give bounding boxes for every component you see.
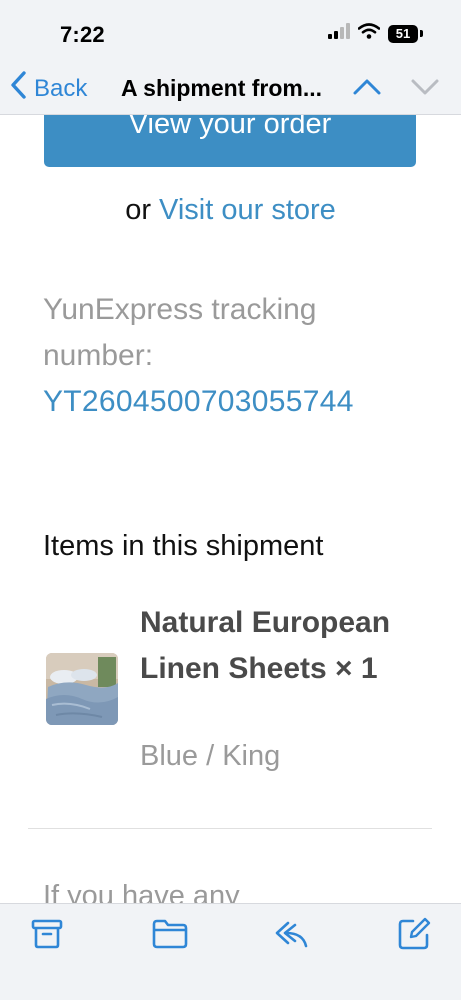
product-image	[46, 653, 118, 725]
move-to-folder-button[interactable]	[151, 916, 189, 955]
visit-store-link[interactable]: Visit our store	[159, 194, 336, 226]
status-icons: 51	[328, 23, 423, 44]
status-time: 7:22	[60, 22, 105, 47]
previous-message-button[interactable]	[352, 76, 382, 103]
tracking-label: YunExpress tracking number:	[43, 293, 317, 372]
chevron-up-icon	[353, 79, 381, 95]
product-variant: Blue / King	[140, 740, 281, 772]
chevron-left-icon	[10, 70, 28, 107]
next-message-button[interactable]	[410, 76, 440, 103]
message-subject-title: A shipment from...	[121, 75, 323, 101]
divider	[28, 828, 432, 829]
bottom-toolbar	[0, 903, 461, 1000]
compose-icon	[398, 917, 431, 950]
wifi-icon	[357, 23, 381, 44]
tracking-number-link[interactable]: YT2604500703055744	[43, 385, 354, 419]
product-name: Natural European Linen Sheets × 1	[140, 606, 391, 685]
email-body[interactable]: View your order or Visit our store YunEx…	[0, 0, 461, 1000]
reply-icon	[275, 921, 308, 948]
status-bar: 7:22 51	[0, 0, 461, 64]
compose-button[interactable]	[396, 916, 432, 957]
cellular-signal-icon	[328, 23, 350, 44]
chevron-down-icon	[411, 79, 439, 95]
items-heading: Items in this shipment	[43, 530, 324, 562]
visit-store-line: or Visit our store	[0, 194, 461, 227]
back-button[interactable]: Back	[10, 70, 87, 107]
mail-message-screen: View your order or Visit our store YunEx…	[0, 0, 461, 1000]
navigation-bar: Back A shipment from...	[0, 64, 461, 115]
battery-cap	[420, 30, 423, 37]
or-text: or	[125, 194, 160, 226]
folder-icon	[152, 919, 188, 949]
reply-button[interactable]	[273, 916, 311, 955]
archive-icon	[31, 919, 63, 949]
battery-icon: 51	[388, 24, 418, 43]
back-label: Back	[34, 74, 88, 102]
archive-button[interactable]	[30, 916, 64, 955]
